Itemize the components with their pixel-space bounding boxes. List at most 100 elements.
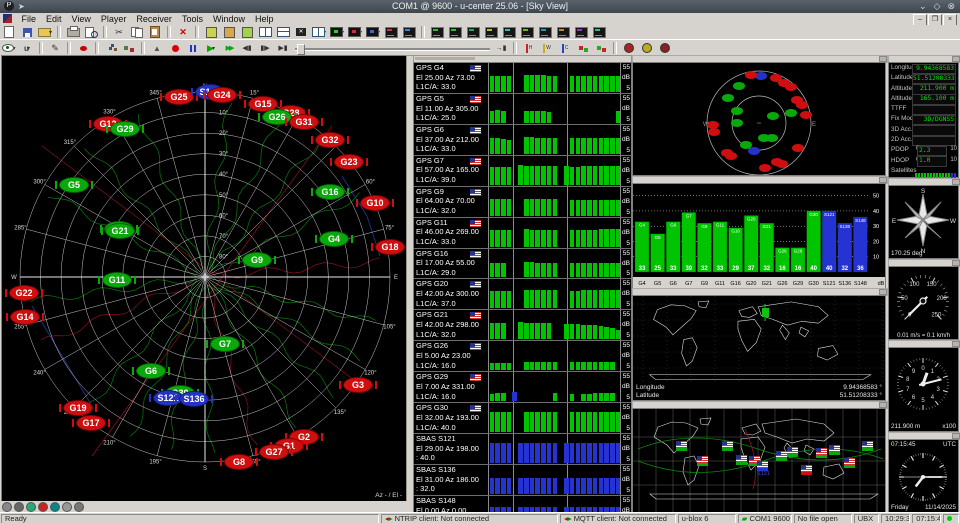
globe-icon[interactable]	[26, 502, 36, 512]
skip-begin-button[interactable]: ▶▮	[275, 42, 292, 55]
sky-satellite-G18[interactable]: G18	[375, 239, 405, 255]
signal-row-S121[interactable]: SBAS S121El 29.00 Az 198.00: 40.055dB5	[414, 434, 631, 465]
console-6-button[interactable]	[519, 26, 536, 39]
menu-file[interactable]: File	[17, 13, 42, 25]
maximize-button[interactable]: ◇	[934, 0, 941, 13]
sky-satellite-G23[interactable]: G23	[334, 154, 364, 170]
link-tx-button[interactable]	[593, 42, 610, 55]
sky-satellite-G21[interactable]: G21	[105, 223, 135, 239]
circle-icon[interactable]	[2, 502, 12, 512]
console-1-button[interactable]	[429, 26, 446, 39]
network-connection-button[interactable]	[103, 42, 120, 55]
split-horizontal-button[interactable]	[257, 26, 274, 39]
autobaud-button[interactable]: ▾	[1, 42, 18, 55]
sky-satellite-G11[interactable]: G11	[102, 272, 132, 288]
step-forward-button[interactable]: ▮▶	[257, 42, 274, 55]
pin-icon[interactable]: ➤	[18, 1, 25, 12]
marker-w-button[interactable]: W	[539, 42, 556, 55]
sky-satellite-G22[interactable]: G22	[9, 285, 39, 301]
minimize-button[interactable]: ⌄	[919, 0, 927, 13]
sky-satellite-S136[interactable]: S136	[179, 391, 209, 407]
console-5-button[interactable]	[501, 26, 518, 39]
sky-satellite-G31[interactable]: G31	[289, 114, 319, 130]
sky-satellite-G8[interactable]: G8	[224, 454, 254, 470]
sky-satellite-G14[interactable]: G14	[10, 309, 40, 325]
link-rx-button[interactable]	[575, 42, 592, 55]
sky-satellite-G3[interactable]: G3	[343, 377, 373, 393]
signal-row-G7[interactable]: GPS G7El 57.00 Az 165.00L1C/A: 39.055dB5	[414, 156, 631, 187]
record-button[interactable]	[167, 42, 184, 55]
signal-row-G16[interactable]: GPS G16El 17.00 Az 55.00L1C/A: 29.055dB5	[414, 249, 631, 280]
console-4-button[interactable]	[483, 26, 500, 39]
text-console-button[interactable]	[239, 26, 256, 39]
signal-row-G9[interactable]: GPS G9El 64.00 Az 70.00L1C/A: 32.055dB5	[414, 187, 631, 218]
app-icon[interactable]: P	[4, 1, 14, 11]
marker-h-button[interactable]: H	[521, 42, 538, 55]
binary-console-button[interactable]	[221, 26, 238, 39]
sky-satellite-G24[interactable]: G24	[207, 87, 237, 103]
signal-row-G29[interactable]: GPS G29El 7.00 Az 331.00L1C/A: 16.055dB5	[414, 372, 631, 403]
menu-receiver[interactable]: Receiver	[131, 13, 177, 25]
sky-satellite-G19[interactable]: G19	[63, 400, 93, 416]
open-button[interactable]: ▾	[37, 26, 54, 39]
packet-console-button[interactable]	[203, 26, 220, 39]
signal-row-G20[interactable]: GPS G20El 42.00 Az 300.00L1C/A: 37.055dB…	[414, 279, 631, 310]
sky-satellite-G26[interactable]: G26	[262, 109, 292, 125]
print-preview-button[interactable]	[83, 26, 100, 39]
wrench-icon[interactable]	[74, 502, 84, 512]
app-mini-icon[interactable]	[3, 14, 12, 23]
firmware-1-button[interactable]	[621, 42, 638, 55]
sky-satellite-G17[interactable]: G17	[76, 415, 106, 431]
close-button[interactable]: ⊗	[947, 0, 955, 13]
fast-forward-button[interactable]: ▶▶	[221, 42, 238, 55]
menu-edit[interactable]: Edit	[41, 13, 67, 25]
debug-button[interactable]	[75, 42, 92, 55]
split-vertical-button[interactable]	[275, 26, 292, 39]
ntrip-caster-button[interactable]	[121, 42, 138, 55]
sky-satellite-G5[interactable]: G5	[59, 177, 89, 193]
console-2-button[interactable]	[447, 26, 464, 39]
signal-row-S136[interactable]: SBAS S136El 31.00 Az 186.00: 32.055dB5	[414, 465, 631, 496]
no-entry-icon[interactable]	[38, 502, 48, 512]
circle2-icon[interactable]	[14, 502, 24, 512]
map-view-button[interactable]: ▾	[329, 26, 346, 39]
chart-view-button[interactable]: ▾	[347, 26, 364, 39]
close-view-button[interactable]: ✕	[293, 26, 310, 39]
sky-satellite-G29[interactable]: G29	[110, 121, 140, 137]
signal-row-G21[interactable]: GPS G21El 42.00 Az 298.00L1C/A: 32.055dB…	[414, 310, 631, 341]
cut-button[interactable]: ✂	[111, 26, 128, 39]
signal-row-G30[interactable]: GPS G30El 32.00 Az 193.00L1C/A: 40.055dB…	[414, 403, 631, 434]
table-view-button[interactable]: ▾	[311, 26, 328, 39]
signal-row-G6[interactable]: GPS G6El 37.00 Az 212.00L1C/A: 33.055dB5	[414, 125, 631, 156]
menu-view[interactable]: View	[67, 13, 96, 25]
marker-c-button[interactable]: C	[557, 42, 574, 55]
copy-button[interactable]	[129, 26, 146, 39]
record-teal-icon[interactable]	[50, 502, 60, 512]
step-back-button[interactable]: ◀▮	[239, 42, 256, 55]
skip-end-button[interactable]: →▮	[493, 42, 510, 55]
eject-button[interactable]: ▲	[149, 42, 166, 55]
console-10-button[interactable]	[591, 26, 608, 39]
paste-button[interactable]	[147, 26, 164, 39]
signal-row-G11[interactable]: GPS G11El 46.00 Az 269.00L1C/A: 33.055dB…	[414, 218, 631, 249]
new-document-button[interactable]	[1, 26, 18, 39]
firmware-3-button[interactable]	[657, 42, 674, 55]
sky-satellite-G4[interactable]: G4	[319, 231, 349, 247]
pause-button[interactable]	[185, 42, 202, 55]
menu-help[interactable]: Help	[250, 13, 279, 25]
baudrate-button[interactable]: u▾	[19, 42, 36, 55]
menu-tools[interactable]: Tools	[177, 13, 208, 25]
deviation-map-button[interactable]	[401, 26, 418, 39]
sky-satellite-G32[interactable]: G32	[315, 132, 345, 148]
console-9-button[interactable]	[573, 26, 590, 39]
sky-satellite-G9[interactable]: G9	[242, 252, 272, 268]
play-button[interactable]: ▶▾	[203, 42, 220, 55]
console-7-button[interactable]	[537, 26, 554, 39]
menu-window[interactable]: Window	[208, 13, 250, 25]
sky-satellite-G16[interactable]: G16	[315, 184, 345, 200]
sky-satellite-G27[interactable]: G27	[259, 444, 289, 460]
console-8-button[interactable]	[555, 26, 572, 39]
firmware-2-button[interactable]	[639, 42, 656, 55]
print-button[interactable]	[65, 26, 82, 39]
menu-player[interactable]: Player	[96, 13, 132, 25]
